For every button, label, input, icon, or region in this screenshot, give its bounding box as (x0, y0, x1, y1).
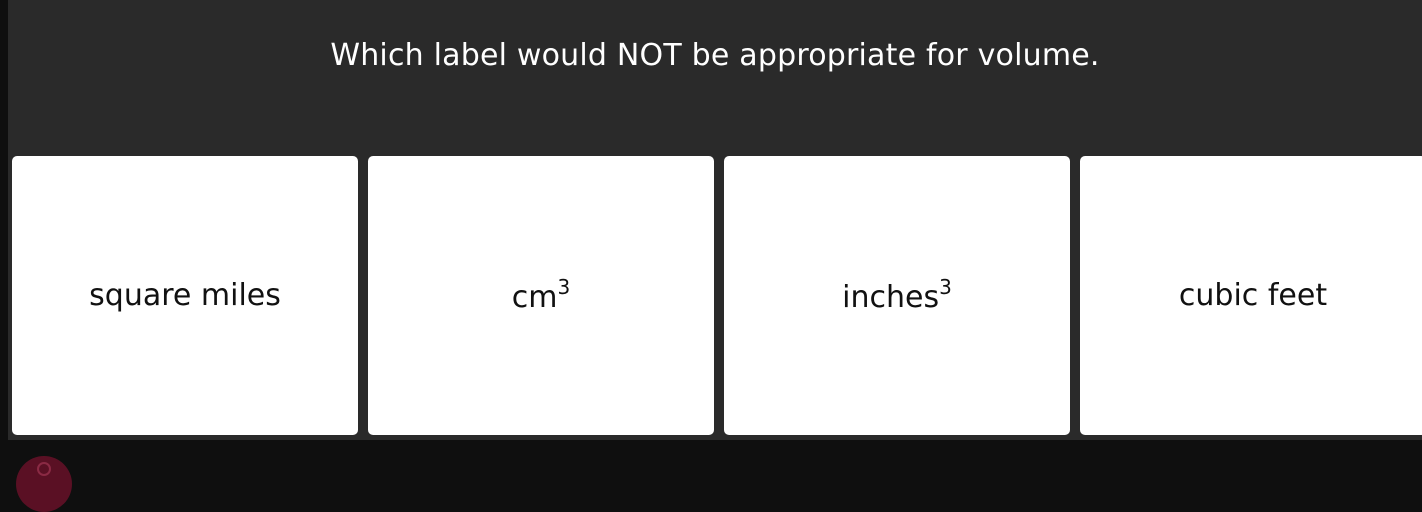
answer-option-cm-cubed[interactable]: cm3 (368, 156, 714, 435)
answer-options: square miles cm3 inches3 cubic feet (12, 156, 1422, 435)
answer-option-unit: cm (511, 279, 558, 315)
answer-option-unit: inches (842, 279, 940, 315)
answer-option-cubic-feet[interactable]: cubic feet (1080, 156, 1422, 435)
quiz-stage: Which label would NOT be appropriate for… (8, 0, 1422, 440)
question-text: Which label would NOT be appropriate for… (330, 37, 1100, 73)
answer-option-label: cubic feet (1178, 278, 1328, 313)
answer-option-label: cm3 (511, 274, 571, 315)
answer-option-exponent: 3 (557, 274, 571, 299)
answer-option-label: inches3 (842, 274, 952, 315)
answer-option-label: square miles (89, 278, 281, 313)
answer-option-exponent: 3 (939, 274, 952, 299)
answer-option-inches-cubed[interactable]: inches3 (724, 156, 1070, 435)
answer-option-square-miles[interactable]: square miles (12, 156, 358, 435)
floating-action-button[interactable] (16, 456, 72, 512)
